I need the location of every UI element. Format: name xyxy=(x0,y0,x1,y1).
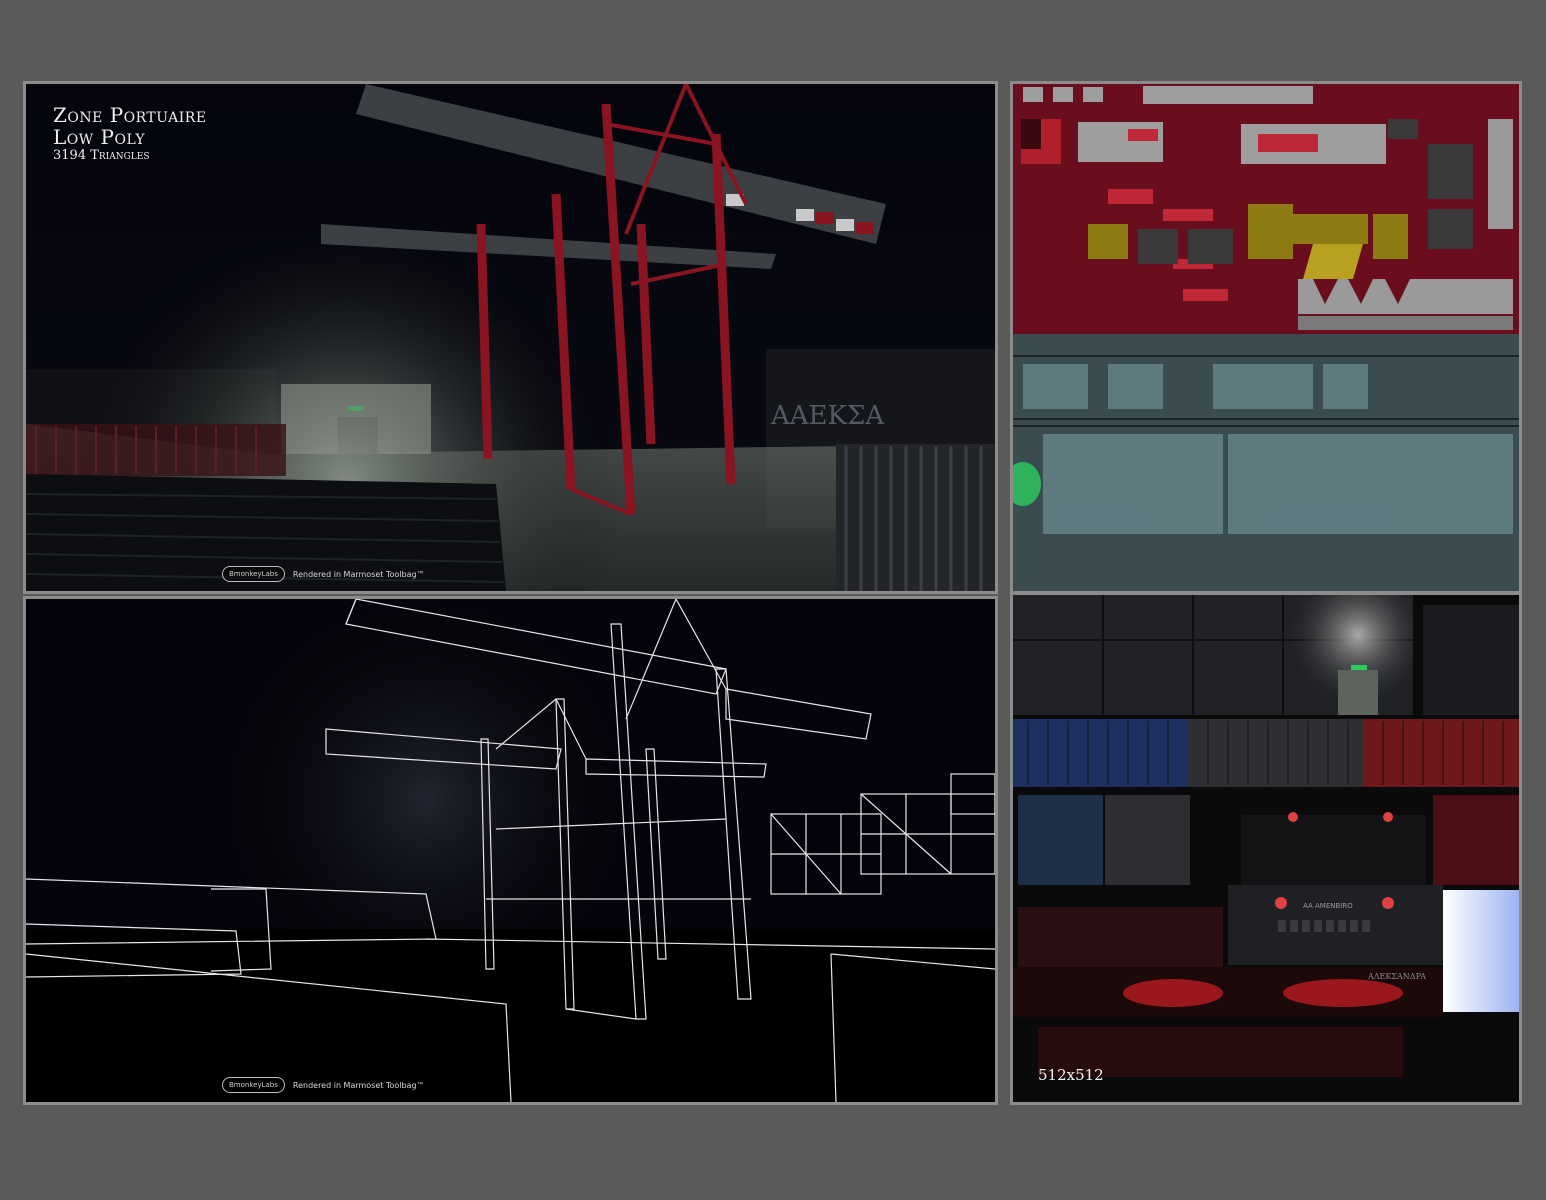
crane-texture-panel xyxy=(1010,81,1522,594)
scene-texture-atlas: AA AMENBIRO AΛEKΣANΔPA xyxy=(1013,595,1519,1077)
ship-name-text: AΛEKΣANΔPA xyxy=(1367,972,1426,981)
ship-plate-text: AA AMENBIRO xyxy=(1303,902,1353,910)
scene-title: Zone Portuaire xyxy=(53,103,207,127)
studio-logo: BmonkeyLabs xyxy=(222,1077,285,1093)
credit-text: Rendered in Marmoset Toolbag™ xyxy=(292,569,425,579)
container-lettering: AAEKΣA xyxy=(770,401,885,431)
studio-logo: BmonkeyLabs xyxy=(222,566,285,582)
scene-subtitle: Low Poly xyxy=(53,125,146,149)
triangle-count: 3194 Triangles xyxy=(53,148,150,163)
wireframe-scene xyxy=(26,599,995,1102)
texture-resolution-label: 512x512 xyxy=(1038,1066,1104,1084)
wireframe-credit: BmonkeyLabs Rendered in Marmoset Toolbag… xyxy=(222,1074,425,1096)
scene-texture-panel: AA AMENBIRO AΛEKΣANΔPA 512x512 xyxy=(1010,592,1522,1105)
render-credit: BmonkeyLabs Rendered in Marmoset Toolbag… xyxy=(222,563,425,585)
credit-text: Rendered in Marmoset Toolbag™ xyxy=(292,1080,425,1090)
light-gradient-swatch xyxy=(1443,890,1519,1012)
scene-title-block: Zone Portuaire Low Poly 3194 Triangles xyxy=(53,104,207,164)
crane-texture-atlas xyxy=(1013,84,1519,591)
render-view-panel: AAEKΣA Zone Portuaire Low Poly 3194 Tria… xyxy=(23,81,998,594)
wireframe-view-panel: BmonkeyLabs Rendered in Marmoset Toolbag… xyxy=(23,596,998,1105)
